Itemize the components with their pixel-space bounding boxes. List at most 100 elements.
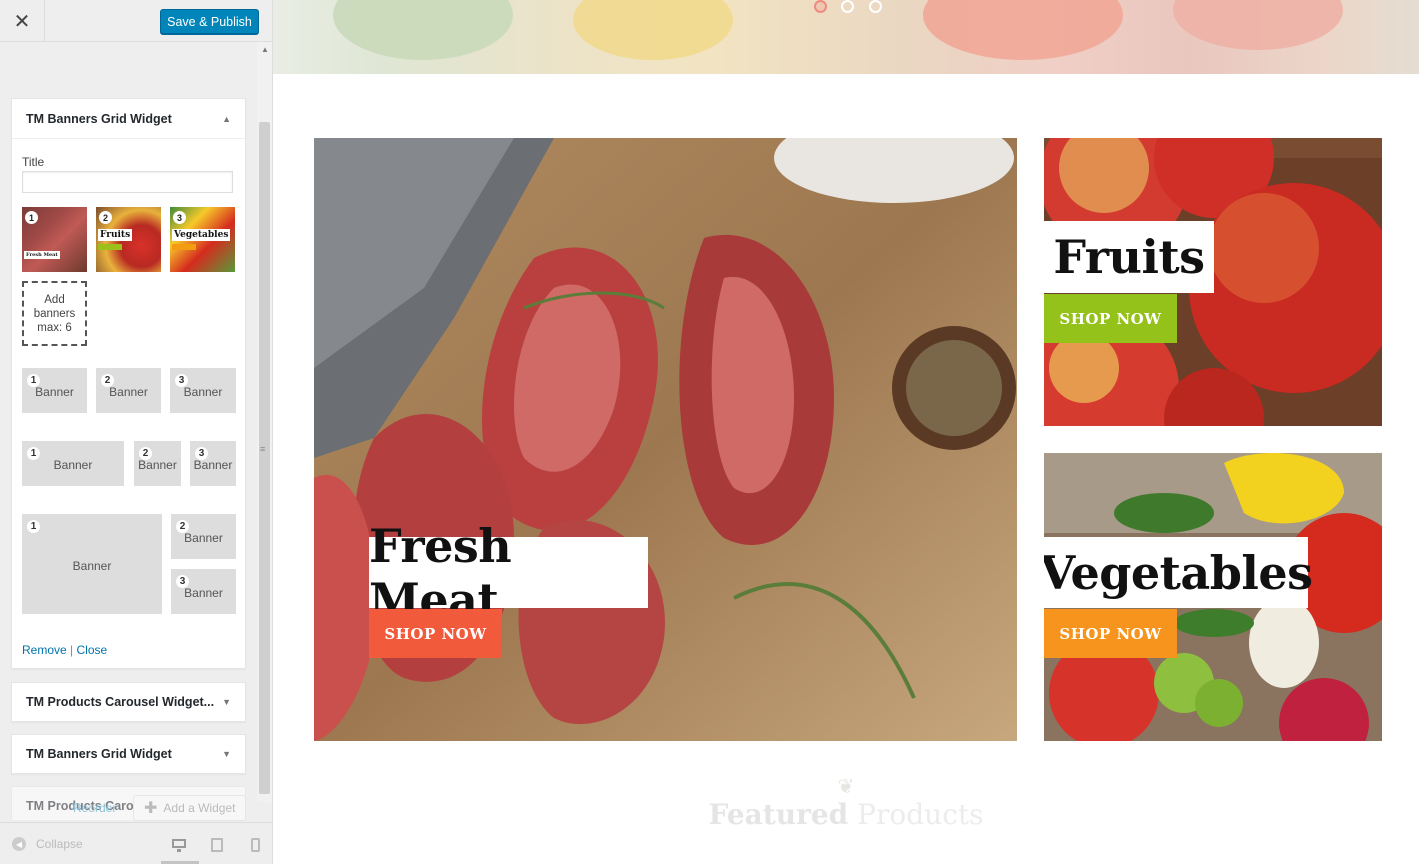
close-icon: ✕: [13, 10, 31, 33]
section-title-bold: Featured: [708, 798, 849, 831]
sidebar-footer: ◀ Collapse: [0, 822, 272, 864]
shop-now-button[interactable]: SHOP NOW: [1044, 609, 1177, 658]
remove-widget-link[interactable]: Remove: [22, 643, 67, 657]
layout-option-1-cell-2[interactable]: 2 Banner: [96, 368, 161, 413]
title-label: Title: [22, 155, 45, 169]
thumb-number: 2: [99, 211, 112, 224]
layout-cell-label: Banner: [184, 531, 223, 545]
site-preview: Fresh Meat SHOP NOW Fruits SHOP NOW Vege…: [273, 0, 1419, 864]
layout-option-2-cell-2[interactable]: 2 Banner: [134, 441, 181, 486]
banner-title: Fruits: [1044, 221, 1214, 293]
widget-products-carousel[interactable]: TM Products Carousel Widget... ▼: [11, 682, 246, 722]
widget-header[interactable]: TM Products Carousel Widget... ▼: [12, 683, 245, 721]
layout-cell-number: 1: [27, 520, 40, 533]
layout-option-2-cell-1[interactable]: 1 Banner: [22, 441, 124, 486]
banner-fruits[interactable]: Fruits SHOP NOW: [1044, 138, 1382, 426]
shop-now-button[interactable]: SHOP NOW: [369, 609, 502, 658]
layout-cell-number: 2: [176, 520, 189, 533]
layout-cell-number: 1: [27, 447, 40, 460]
grip-icon: ≡: [260, 444, 266, 454]
add-banners-line: banners: [33, 307, 76, 320]
banner-fresh-meat[interactable]: Fresh Meat SHOP NOW: [314, 138, 1017, 741]
layout-cell-label: Banner: [72, 558, 112, 573]
slider-dot-1[interactable]: [814, 0, 827, 13]
widget-area-actions: Reorder ✚ Add a Widget: [0, 795, 272, 821]
layout-cell-label: Banner: [183, 385, 223, 399]
layout-option-1-cell-3[interactable]: 3 Banner: [170, 368, 236, 413]
thumb-number: 3: [173, 211, 186, 224]
layout-cell-label: Banner: [53, 458, 93, 472]
save-publish-button[interactable]: Save & Publish: [160, 9, 259, 34]
layout-cell-number: 3: [175, 374, 188, 387]
featured-products-heading: ❦ Featured Products: [273, 774, 1419, 831]
layout-cell-number: 1: [27, 374, 40, 387]
thumb-label: Fresh Meat: [24, 251, 60, 259]
banner-thumb-1[interactable]: 1 Fresh Meat: [22, 207, 87, 272]
add-banners-line: max: 6: [37, 321, 72, 334]
tablet-preview-icon[interactable]: [210, 837, 224, 853]
widget-header[interactable]: TM Banners Grid Widget ▲: [12, 99, 245, 139]
hero-shape: [1173, 0, 1343, 50]
widget-list[interactable]: TM Banners Grid Widget ▲ Title 1 Fresh M…: [0, 42, 272, 820]
section-title-rest: Products: [857, 798, 984, 831]
layout-cell-label: Banner: [109, 385, 148, 399]
layout-option-3-cell-1[interactable]: 1 Banner: [22, 514, 162, 614]
layout-option-2-cell-3[interactable]: 3 Banner: [190, 441, 236, 486]
hero-shape: [573, 0, 733, 60]
layout-cell-label: Banner: [184, 586, 223, 600]
sidebar-header: ✕ Save & Publish: [0, 0, 272, 42]
widget-title: TM Banners Grid Widget: [26, 111, 172, 126]
actions-separator: |: [70, 643, 74, 657]
slider-dot-3[interactable]: [869, 0, 882, 13]
hero-shape: [923, 0, 1123, 60]
thumb-shop-bar: [172, 244, 196, 250]
layout-option-3-cell-2[interactable]: 2 Banner: [171, 514, 236, 559]
collapse-arrow-icon: ◀: [12, 837, 26, 851]
scroll-up-arrow-icon[interactable]: ▲: [261, 45, 269, 54]
expand-arrow-icon[interactable]: ▼: [222, 749, 231, 759]
slider-dot-2[interactable]: [841, 0, 854, 13]
title-input[interactable]: [22, 171, 233, 193]
plus-icon: ✚: [144, 800, 158, 817]
thumb-shop-bar: [98, 244, 122, 250]
shop-now-button[interactable]: SHOP NOW: [1044, 294, 1177, 343]
widget-title: TM Products Carousel Widget...: [26, 695, 215, 709]
mobile-preview-icon[interactable]: [250, 837, 264, 853]
widget-banners-grid[interactable]: TM Banners Grid Widget ▼: [11, 734, 246, 774]
add-banners-line: Add: [44, 293, 65, 306]
widget-title: TM Banners Grid Widget: [26, 747, 172, 761]
layout-cell-number: 2: [139, 447, 152, 460]
close-widget-link[interactable]: Close: [77, 643, 108, 657]
sidebar-scrollbar[interactable]: ▲ ≡: [257, 42, 272, 802]
banner-title: Vegetables: [1044, 537, 1313, 608]
layout-cell-number: 3: [195, 447, 208, 460]
add-banners-button[interactable]: Add banners max: 6: [22, 281, 87, 346]
widget-header[interactable]: TM Banners Grid Widget ▼: [12, 735, 245, 773]
collapse-arrow-icon[interactable]: ▲: [222, 114, 231, 124]
banner-thumb-3[interactable]: 3 Vegetables: [170, 207, 235, 272]
thumb-number: 1: [25, 211, 38, 224]
close-customizer-button[interactable]: ✕: [0, 0, 45, 42]
banner-vegetables[interactable]: Vegetables SHOP NOW: [1044, 453, 1382, 741]
expand-arrow-icon[interactable]: ▼: [222, 697, 231, 707]
layout-option-3-cell-3[interactable]: 3 Banner: [171, 569, 236, 614]
widget-actions: Remove | Close: [22, 643, 107, 657]
banner-title: Fresh Meat: [369, 519, 648, 627]
banner-thumb-2[interactable]: 2 Fruits: [96, 207, 161, 272]
collapse-sidebar-button[interactable]: ◀ Collapse: [12, 837, 83, 851]
add-widget-button[interactable]: ✚ Add a Widget: [133, 795, 246, 821]
reorder-link[interactable]: Reorder: [73, 801, 116, 815]
hero-shape: [333, 0, 513, 60]
layout-option-1-cell-1[interactable]: 1 Banner: [22, 368, 87, 413]
leaf-ornament-icon: ❦: [837, 776, 855, 798]
layout-cell-label: Banner: [35, 385, 74, 399]
add-widget-label: Add a Widget: [163, 801, 236, 815]
thumb-label: Vegetables: [172, 229, 231, 241]
customizer-sidebar: ✕ Save & Publish TM Banners Grid Widget …: [0, 0, 273, 864]
hero-slider-image: [273, 0, 1419, 74]
layout-cell-number: 3: [176, 575, 189, 588]
scrollbar-thumb[interactable]: ≡: [259, 122, 270, 794]
desktop-preview-icon[interactable]: [172, 837, 186, 853]
section-title: Featured Products: [273, 798, 1419, 831]
thumb-label: Fruits: [98, 229, 133, 241]
